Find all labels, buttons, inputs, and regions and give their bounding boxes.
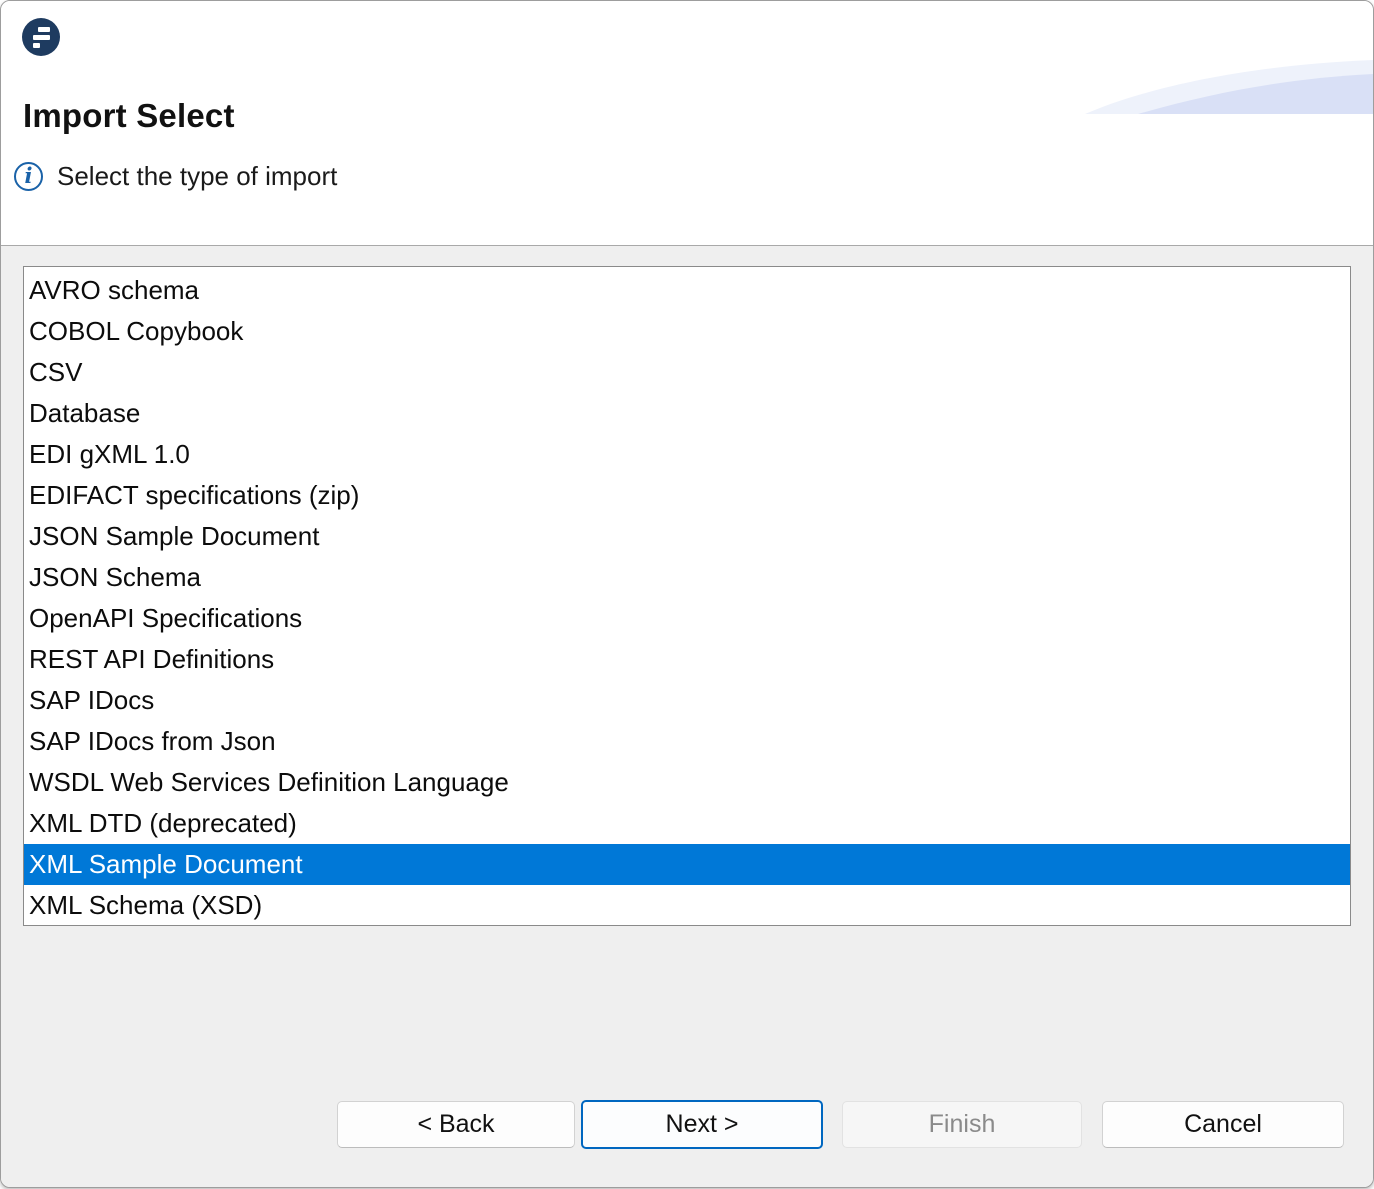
list-item[interactable]: XML DTD (deprecated) — [24, 803, 1350, 844]
page-title: Import Select — [23, 97, 235, 135]
finish-button: Finish — [842, 1101, 1082, 1148]
list-item[interactable]: XML Sample Document — [24, 844, 1350, 885]
import-select-dialog: Import Select i Select the type of impor… — [0, 0, 1374, 1188]
cancel-button[interactable]: Cancel — [1102, 1101, 1344, 1148]
list-item[interactable]: REST API Definitions — [24, 639, 1350, 680]
header-swoosh-decoration — [1083, 53, 1373, 115]
subtitle-row: i Select the type of import — [14, 161, 337, 192]
dialog-content: AVRO schemaCOBOL CopybookCSVDatabaseEDI … — [1, 245, 1373, 1187]
list-item[interactable]: COBOL Copybook — [24, 311, 1350, 352]
list-item[interactable]: JSON Sample Document — [24, 516, 1350, 557]
back-button[interactable]: < Back — [337, 1101, 575, 1148]
next-button[interactable]: Next > — [581, 1100, 823, 1149]
list-item[interactable]: AVRO schema — [24, 270, 1350, 311]
page-subtitle: Select the type of import — [57, 161, 337, 192]
app-logo-icon — [21, 17, 61, 57]
list-item[interactable]: JSON Schema — [24, 557, 1350, 598]
list-item[interactable]: Database — [24, 393, 1350, 434]
list-item[interactable]: SAP IDocs from Json — [24, 721, 1350, 762]
list-item[interactable]: WSDL Web Services Definition Language — [24, 762, 1350, 803]
list-item[interactable]: CSV — [24, 352, 1350, 393]
list-item[interactable]: EDIFACT specifications (zip) — [24, 475, 1350, 516]
list-item[interactable]: XML Schema (XSD) — [24, 885, 1350, 926]
list-item[interactable]: EDI gXML 1.0 — [24, 434, 1350, 475]
dialog-header: Import Select i Select the type of impor… — [1, 1, 1373, 245]
list-item[interactable]: OpenAPI Specifications — [24, 598, 1350, 639]
info-icon: i — [14, 162, 43, 191]
list-item[interactable]: SAP IDocs — [24, 680, 1350, 721]
import-type-list[interactable]: AVRO schemaCOBOL CopybookCSVDatabaseEDI … — [23, 266, 1351, 926]
